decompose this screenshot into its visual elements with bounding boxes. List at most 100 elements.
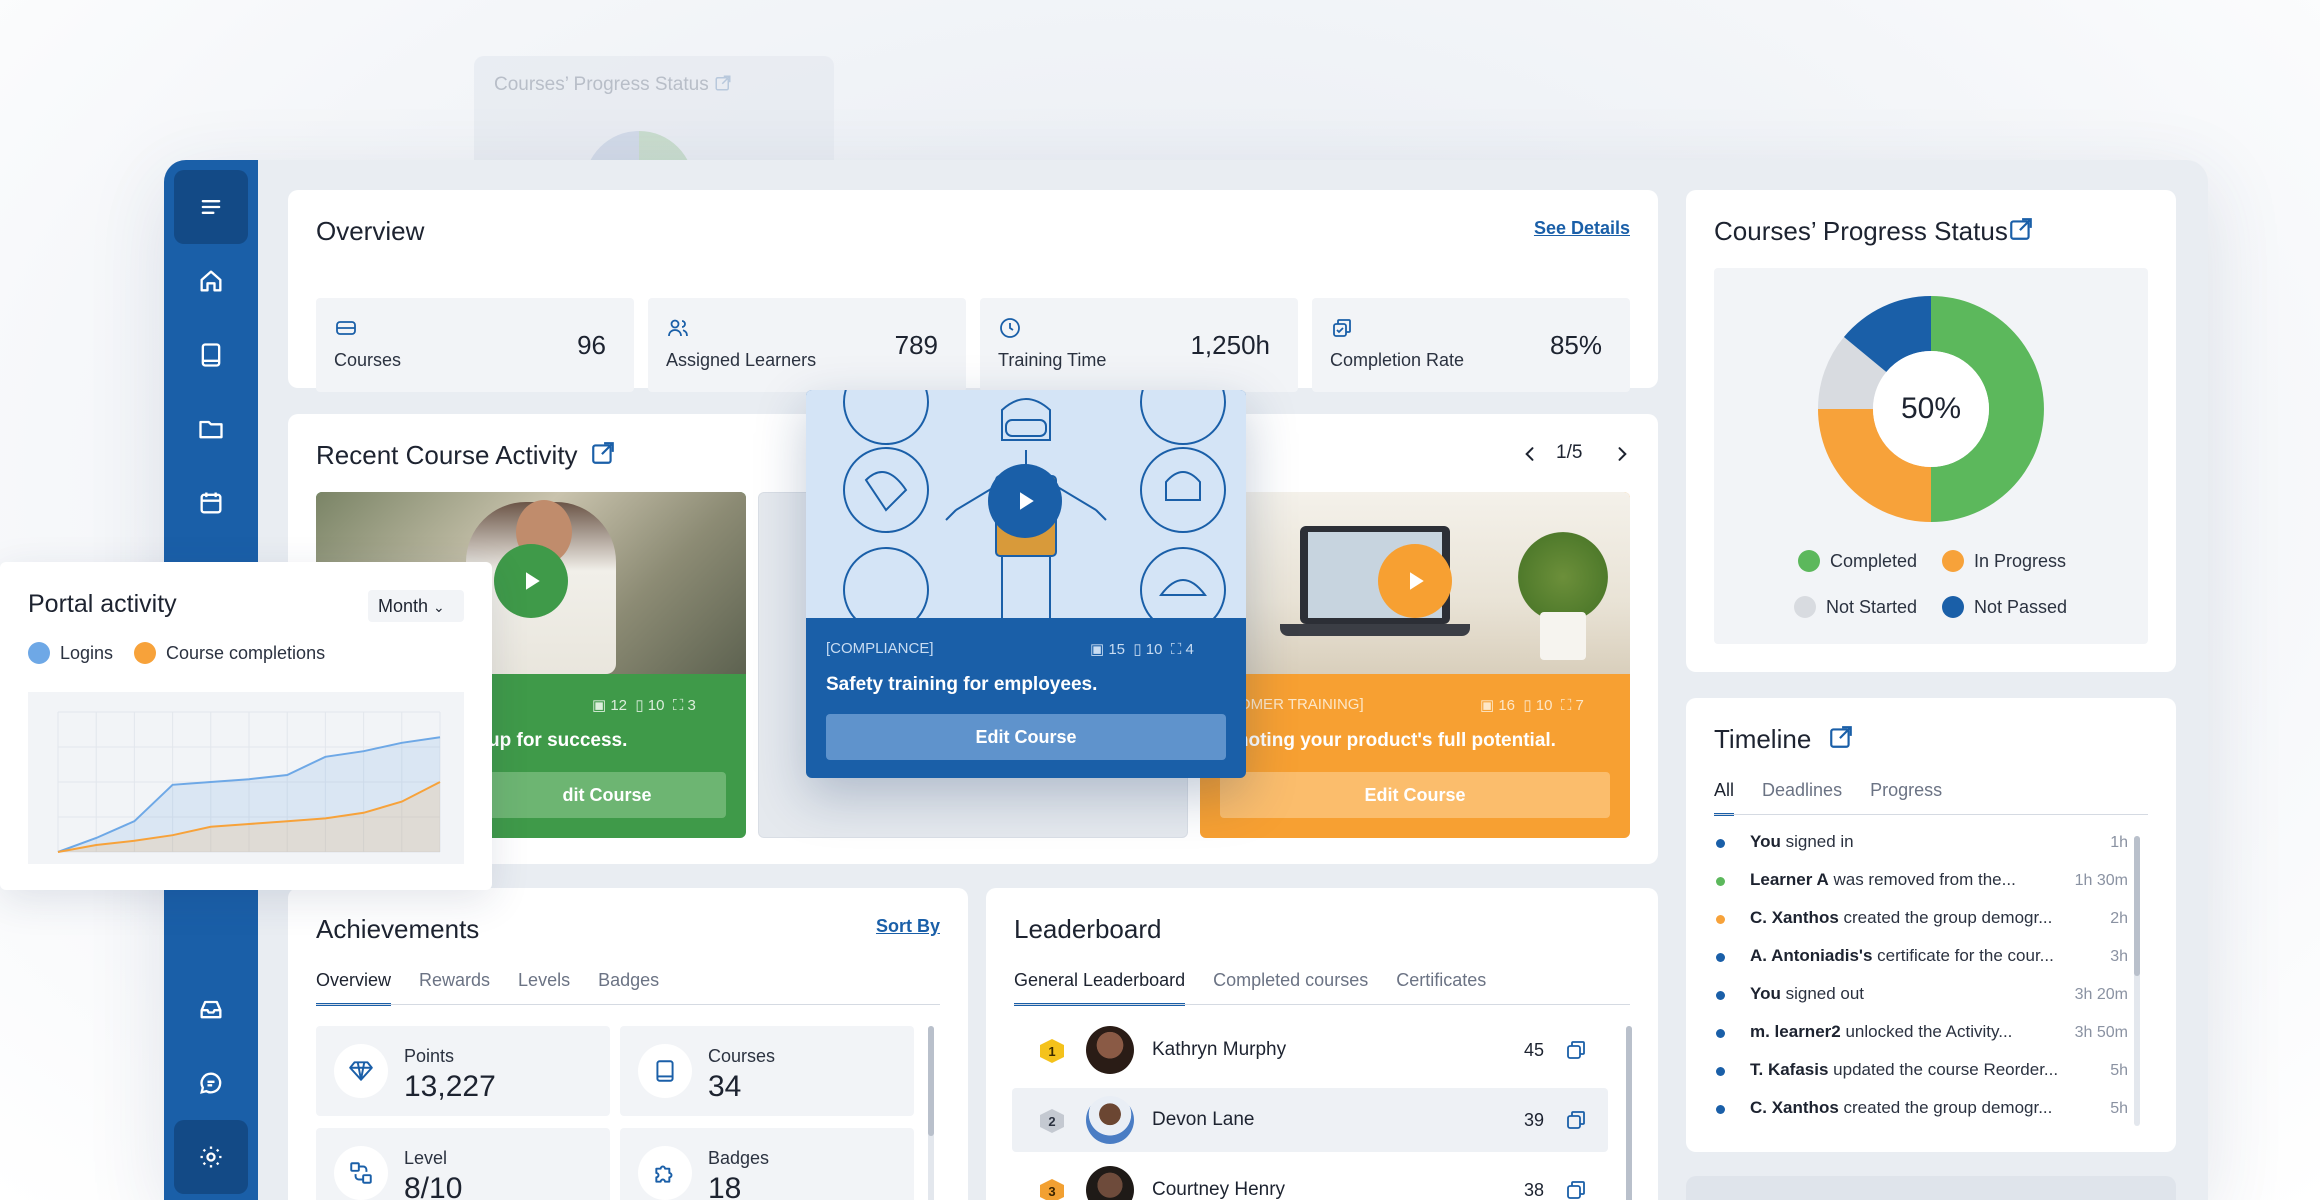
timeline-time: 3h [2110,948,2128,965]
achievement-icon-wrap [334,1146,388,1200]
sidebar-item-home[interactable] [174,244,248,318]
scroll-thumb[interactable] [928,1026,934,1136]
achievement-points: Points 13,227 [316,1026,610,1116]
sidebar-item-settings[interactable] [174,1120,248,1194]
timeline-time: 1h [2110,834,2128,851]
portal-activity-chart [57,711,441,853]
sidebar-item-messages[interactable] [174,1046,248,1120]
progress-status-title: Courses’ Progress Status [1714,216,2008,246]
tab-divider [1714,814,2148,815]
leaderboard-row[interactable]: 2 Devon Lane 39 [1012,1088,1608,1152]
play-button[interactable] [988,464,1062,538]
course-meta: ▣ 12 ▯ 10 ⛶ 3 [592,697,696,714]
edit-course-button[interactable]: dit Course [488,772,726,818]
ghost-title: Courses’ Progress Status [494,74,709,95]
tab-general-leaderboard[interactable]: General Leaderboard [1014,970,1186,1006]
achievement-level: Level 8/10 [316,1128,610,1200]
sort-by-link[interactable]: Sort By [876,916,940,937]
certificate-icon[interactable] [1564,1178,1588,1200]
course-category: [COMPLIANCE] [826,640,934,657]
timeline-item[interactable]: A. Antoniadis's certificate for the cour… [1716,946,2128,972]
achievements-tabs: Overview Rewards Levels Badges [316,970,659,1006]
play-button[interactable] [494,544,568,618]
sidebar-item-calendar[interactable] [174,466,248,540]
legend-label: Not Passed [1974,596,2068,617]
certificate-icon[interactable] [1564,1108,1588,1132]
leaderboard-row[interactable]: 3 Courtney Henry 38 [1012,1158,1608,1200]
chevron-right-icon[interactable] [1612,444,1632,464]
stat-value: 85% [1549,330,1602,360]
leaderboard-scrollbar[interactable] [1626,1026,1632,1200]
timeline-item[interactable]: Learner A was removed from the... 1h 30m [1716,870,2128,896]
sidebar-item-inbox[interactable] [174,972,248,1046]
timeline-scrollbar[interactable] [2134,836,2140,1126]
tab-badges[interactable]: Badges [598,970,659,1006]
legend-not-started: Not Started [1794,596,1917,618]
portal-activity-card: Portal activity Month ⌄ Logins Course co… [0,562,492,890]
meta-units: 10 [1145,641,1163,658]
play-button[interactable] [1378,544,1452,618]
legend-label: Course completions [166,642,326,663]
external-link-icon[interactable] [1828,724,1854,750]
legend-label: Completed [1830,550,1918,571]
achievements-scrollbar[interactable] [928,1026,934,1200]
tab-levels[interactable]: Levels [518,970,570,1006]
legend-dot [134,642,156,664]
timeline-text: T. Kafasis updated the course Reorder... [1750,1060,2059,1079]
edit-course-button[interactable]: Edit Course [826,714,1226,760]
timeline-item[interactable]: C. Xanthos created the group demogr... 2h [1716,908,2128,934]
progress-status-card: Courses’ Progress Status 50% Completed I… [1686,190,2176,672]
leaderboard-name: Devon Lane [1152,1109,1255,1130]
timeline-item[interactable]: You signed out 3h 20m [1716,984,2128,1010]
timeline-dot [1716,877,1725,886]
timeline-item[interactable]: m. learner2 unlocked the Activity... 3h 5… [1716,1022,2128,1048]
external-link-icon[interactable] [2008,216,2034,242]
timeline-text: C. Xanthos created the group demogr... [1750,908,2053,927]
see-details-link[interactable]: See Details [1534,218,1630,239]
tab-certificates[interactable]: Certificates [1396,970,1486,1006]
book-icon [656,1060,674,1082]
achievement-value: 34 [708,1070,742,1103]
chevron-left-icon[interactable] [1520,444,1540,464]
timeline-item[interactable]: You signed in 1h [1716,832,2128,858]
menu-button[interactable] [174,170,248,244]
period-select[interactable]: Month ⌄ [368,590,464,622]
donut-center-label: 50% [1900,392,1962,425]
scroll-thumb[interactable] [1626,1026,1632,1200]
rank-badge: 3 [1040,1179,1064,1200]
tab-completed-courses[interactable]: Completed courses [1213,970,1368,1006]
sidebar-item-files[interactable] [174,392,248,466]
achievement-courses: Courses 34 [620,1026,914,1116]
recent-activity-title: Recent Course Activity [316,440,578,470]
learners-icon [668,319,688,337]
timeline-time: 2h [2110,910,2128,927]
donut-panel: 50% Completed In Progress Not Started No… [1714,268,2148,644]
meta-users: 3 [687,697,696,714]
timeline-item[interactable]: C. Xanthos created the group demogr... 5h [1716,1098,2128,1124]
scroll-thumb[interactable] [2134,836,2140,976]
stat-completion-rate: Completion Rate 85% [1312,298,1630,392]
gear-icon [200,1146,222,1168]
timeline-time: 3h 50m [2074,1024,2128,1041]
rank-badge: 2 [1040,1109,1064,1133]
edit-course-button[interactable]: Edit Course [1220,772,1610,818]
tab-rewards[interactable]: Rewards [419,970,490,1006]
featured-course-card[interactable]: [COMPLIANCE] ▣ 15 ▯ 10 ⛶ 4 Safety traini… [806,390,1246,778]
tab-deadlines[interactable]: Deadlines [1762,780,1842,816]
timeline-time: 1h 30m [2074,872,2128,889]
calendar-icon [200,492,222,514]
timeline-item[interactable]: T. Kafasis updated the course Reorder...… [1716,1060,2128,1086]
sidebar-item-courses[interactable] [174,318,248,392]
external-link-icon[interactable] [590,440,616,466]
course-card[interactable]: STOMER TRAINING] ▣ 16 ▯ 10 ⛶ 7 omoting y… [1200,492,1630,838]
tab-progress[interactable]: Progress [1870,780,1942,816]
certificate-icon[interactable] [1564,1038,1588,1062]
tab-overview[interactable]: Overview [316,970,392,1006]
avatar [1086,1166,1134,1200]
timeline-dot [1716,1105,1725,1114]
course-description: up for success. [488,730,628,751]
legend-dot [1942,596,1964,618]
tab-all[interactable]: All [1714,780,1735,816]
meta-users: 7 [1575,697,1584,714]
leaderboard-row[interactable]: 1 Kathryn Murphy 45 [1012,1018,1608,1082]
